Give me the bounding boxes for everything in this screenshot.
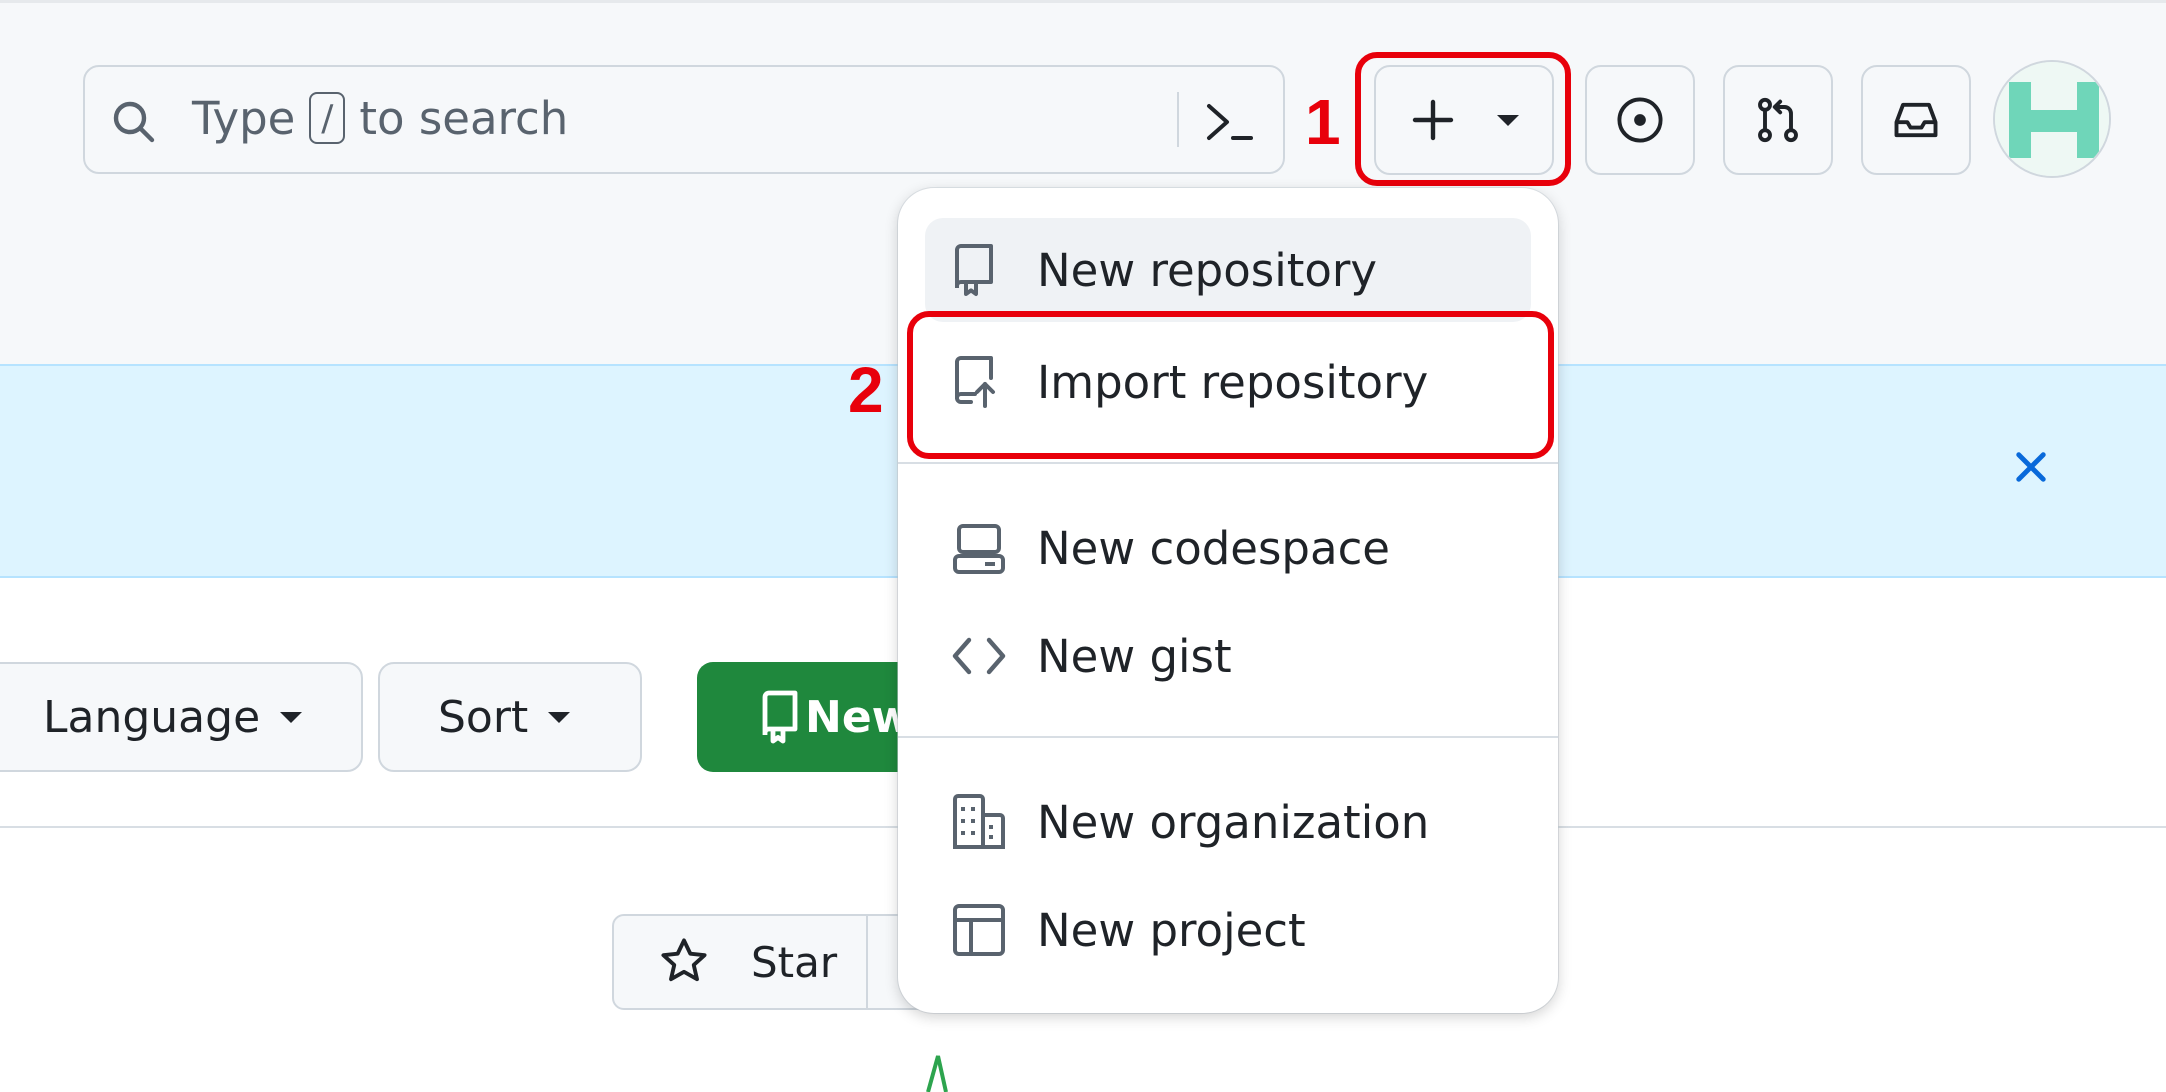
step-2-highlight	[907, 311, 1554, 459]
menu-item-label: New organization	[1037, 795, 1430, 849]
chevron-down-icon	[280, 711, 303, 723]
step-1-label: 1	[1305, 86, 1341, 158]
star-label: Star	[751, 938, 838, 987]
menu-item-new-organization[interactable]: New organization	[925, 770, 1531, 874]
menu-item-label: New repository	[1037, 243, 1378, 297]
new-repository-button[interactable]: New	[697, 662, 927, 772]
step-1-highlight	[1355, 52, 1571, 186]
close-icon[interactable]	[2010, 446, 2052, 488]
search-placeholder-before: Type	[192, 91, 296, 145]
menu-item-new-repository[interactable]: New repository	[925, 218, 1531, 322]
menu-item-new-gist[interactable]: New gist	[925, 604, 1531, 708]
activity-graph	[924, 1052, 964, 1092]
command-palette-icon[interactable]	[1205, 100, 1255, 144]
menu-item-new-project[interactable]: New project	[925, 878, 1531, 982]
git-pull-request-icon	[1758, 97, 1798, 143]
repo-icon	[762, 690, 798, 744]
issues-button[interactable]	[1585, 65, 1695, 175]
sort-button[interactable]: Sort	[378, 662, 642, 772]
menu-item-label: New codespace	[1037, 521, 1390, 575]
step-2-label: 2	[848, 354, 884, 426]
star-icon	[658, 935, 710, 987]
search-placeholder: Type / to search	[192, 88, 568, 148]
inbox-button[interactable]	[1861, 65, 1971, 175]
new-repository-button-label: New	[805, 691, 913, 743]
menu-item-label: New project	[1037, 903, 1306, 957]
search-placeholder-after: to search	[359, 91, 569, 145]
language-filter-label: Language	[43, 691, 261, 743]
menu-item-new-codespace[interactable]: New codespace	[925, 496, 1531, 600]
codespaces-icon	[951, 520, 1007, 576]
star-button-divider	[866, 916, 868, 1008]
avatar[interactable]	[1993, 60, 2111, 178]
repo-icon	[951, 242, 999, 298]
menu-divider	[898, 462, 1558, 464]
organization-icon	[951, 793, 1007, 851]
search-divider	[1177, 92, 1179, 147]
inbox-icon	[1894, 102, 1938, 138]
table-icon	[951, 902, 1007, 958]
search-icon	[110, 98, 158, 146]
chevron-down-icon	[548, 711, 571, 723]
pull-requests-button[interactable]	[1723, 65, 1833, 175]
menu-divider	[898, 736, 1558, 738]
issue-opened-icon	[1617, 97, 1663, 143]
menu-item-label: New gist	[1037, 629, 1232, 683]
sort-label: Sort	[438, 691, 529, 743]
language-filter-button[interactable]: Language	[0, 662, 363, 772]
search-shortcut-key: /	[309, 92, 346, 144]
code-icon	[951, 634, 1007, 678]
